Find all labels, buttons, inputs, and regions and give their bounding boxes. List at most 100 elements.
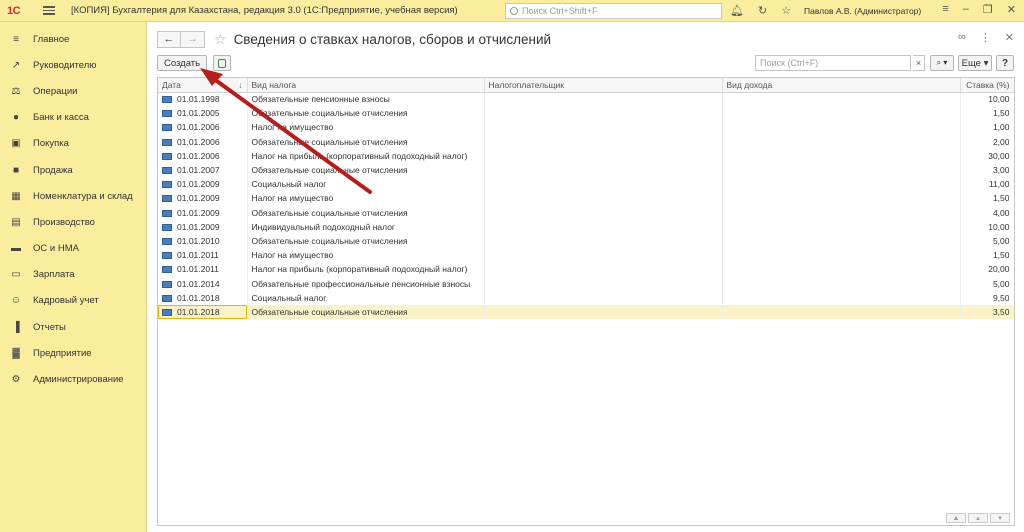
- sidebar-item-administration[interactable]: ⚙ Администрирование: [0, 366, 146, 392]
- cell-text: 01.01.1998: [177, 94, 220, 105]
- cell-income: [722, 219, 961, 234]
- main-content: ← → ☆ Сведения о ставках налогов, сборов…: [148, 22, 1024, 532]
- table-row[interactable]: 01.01.2006 Обязательные социальные отчисл…: [158, 134, 1014, 149]
- rates-table[interactable]: Дата ↓ Вид налога Налогоплательщик Вид до…: [157, 77, 1015, 526]
- table-row[interactable]: 01.01.2005 Обязательные социальные отчисл…: [158, 106, 1014, 121]
- column-header-payer[interactable]: Налогоплательщик: [484, 78, 723, 93]
- cell-rate: 1,50: [960, 248, 1014, 263]
- table-row[interactable]: 01.01.2014 Обязательные профессиональные …: [158, 276, 1014, 291]
- search-clear-icon[interactable]: ×: [913, 55, 925, 71]
- table-row[interactable]: 01.01.2007 Обязательные социальные отчисл…: [158, 162, 1014, 178]
- table-row[interactable]: 01.01.2009 Обязательные социальные отчисл…: [158, 205, 1014, 220]
- record-icon: [162, 252, 172, 260]
- table-row[interactable]: 01.01.2009 Социальный налог 11,00: [158, 177, 1014, 192]
- cell-tax: Обязательные социальные отчисления: [247, 162, 485, 178]
- table-row[interactable]: 01.01.2018 Обязательные социальные отчисл…: [158, 304, 1014, 319]
- sidebar-item-bank[interactable]: ● Банк и касса: [0, 105, 146, 131]
- cell-text: 01.01.2014: [177, 278, 220, 289]
- sidebar-item-main[interactable]: ≡ Главное: [0, 26, 146, 52]
- grid-icon: ▦: [11, 190, 21, 202]
- favorite-star-icon[interactable]: ☆: [214, 31, 227, 48]
- cell-tax: Обязательные социальные отчисления: [247, 205, 485, 220]
- sidebar-item-sales[interactable]: ■ Продажа: [0, 157, 146, 183]
- table-row[interactable]: 01.01.2009 Индивидуальный подоходный нало…: [158, 219, 1014, 234]
- table-row[interactable]: 01.01.2011 Налог на имущество 1,50: [158, 248, 1014, 263]
- list-search-input[interactable]: Поиск (Ctrl+F): [755, 55, 911, 71]
- back-button[interactable]: ←: [157, 30, 181, 48]
- sidebar-item-purchase[interactable]: ▣ Покупка: [0, 131, 146, 157]
- cell-rate: 10,00: [960, 219, 1014, 234]
- refresh-icon: [218, 58, 226, 68]
- cell-income: [722, 177, 961, 192]
- favorites-star-icon[interactable]: ☆: [781, 4, 791, 17]
- cell-income: [722, 248, 961, 263]
- table-row[interactable]: 01.01.2011 Налог на прибыль (корпоративны…: [158, 262, 1014, 277]
- column-header-tax[interactable]: Вид налога: [247, 78, 485, 93]
- table-row[interactable]: 01.01.2009 Налог на имущество 1,50: [158, 191, 1014, 206]
- cell-payer: [484, 219, 723, 234]
- sidebar-item-label: Зарплата: [33, 269, 75, 281]
- table-header: Дата ↓ Вид налога Налогоплательщик Вид до…: [158, 78, 1014, 93]
- table-row[interactable]: 01.01.2018 Социальный налог 9,50: [158, 290, 1014, 305]
- cell-payer: [484, 191, 723, 206]
- settings-menu-icon[interactable]: ≡: [942, 3, 948, 16]
- scroll-top-icon[interactable]: ▲: [946, 513, 966, 523]
- search-button[interactable]: ⌕ ▾: [930, 55, 954, 71]
- cell-payer: [484, 276, 723, 291]
- cell-rate: 1,50: [960, 106, 1014, 121]
- cell-tax: Обязательные профессиональные пенсионные…: [247, 276, 485, 291]
- table-row[interactable]: 01.01.2010 Обязательные социальные отчисл…: [158, 233, 1014, 249]
- column-header-date[interactable]: Дата ↓: [158, 78, 248, 93]
- scroll-up-icon[interactable]: ▴: [968, 513, 988, 523]
- cell-text: 01.01.2011: [177, 264, 219, 275]
- cell-payer: [484, 92, 723, 107]
- minimize-icon[interactable]: –: [963, 3, 969, 16]
- forward-button[interactable]: →: [181, 30, 205, 48]
- cell-text: 01.01.2011: [177, 250, 219, 261]
- cell-rate: 3,00: [960, 162, 1014, 178]
- column-header-income[interactable]: Вид дохода: [722, 78, 961, 93]
- close-icon[interactable]: ✕: [1007, 3, 1016, 16]
- restore-icon[interactable]: ❐: [983, 3, 993, 16]
- kebab-menu-icon[interactable]: ⋮: [980, 31, 991, 44]
- record-icon: [162, 280, 172, 288]
- record-icon: [162, 308, 172, 316]
- sidebar-item-operations[interactable]: ⚖ Операции: [0, 78, 146, 104]
- cell-date: 01.01.2005: [158, 106, 248, 121]
- cell-rate: 20,00: [960, 262, 1014, 277]
- sidebar-item-hr[interactable]: ☺ Кадровый учет: [0, 288, 146, 314]
- record-icon: [162, 209, 172, 217]
- column-header-rate[interactable]: Ставка (%): [960, 78, 1014, 93]
- cell-payer: [484, 148, 723, 163]
- history-icon[interactable]: ↻: [758, 4, 767, 17]
- sidebar-item-nomenclature[interactable]: ▦ Номенклатура и склад: [0, 183, 146, 209]
- cell-date: 01.01.2018: [158, 290, 248, 305]
- help-button[interactable]: ?: [996, 55, 1014, 71]
- sidebar-item-salary[interactable]: ▭ Зарплата: [0, 262, 146, 288]
- sidebar-item-production[interactable]: ▤ Производство: [0, 209, 146, 235]
- link-icon[interactable]: ∞: [958, 31, 966, 44]
- app-logo: 1С: [7, 4, 21, 17]
- more-button[interactable]: Еще ▾: [958, 55, 992, 71]
- cell-payer: [484, 162, 723, 178]
- sidebar-item-manager[interactable]: ↗ Руководителю: [0, 52, 146, 78]
- sidebar-item-enterprise[interactable]: ▓ Предприятие: [0, 340, 146, 366]
- toolbar: Создать Поиск (Ctrl+F) × ⌕ ▾ Еще ▾ ?: [157, 55, 1015, 71]
- main-menu-icon[interactable]: [43, 6, 55, 15]
- global-search-input[interactable]: Поиск Ctrl+Shift+F: [505, 3, 722, 19]
- table-row[interactable]: 01.01.2006 Налог на имущество 1,00: [158, 120, 1014, 135]
- bell-icon[interactable]: 🔔︎: [730, 4, 744, 17]
- cell-payer: [484, 205, 723, 220]
- factory-icon: ▤: [11, 216, 21, 228]
- wallet-icon: ▭: [11, 269, 21, 281]
- sidebar-item-fixed-assets[interactable]: ▬ ОС и НМА: [0, 236, 146, 262]
- current-user[interactable]: Павлов А.В. (Администратор): [804, 6, 921, 16]
- refresh-button[interactable]: [213, 55, 231, 71]
- sidebar-item-reports[interactable]: ▐ Отчеты: [0, 314, 146, 340]
- create-button[interactable]: Создать: [157, 55, 208, 71]
- table-row[interactable]: 01.01.2006 Налог на прибыль (корпоративны…: [158, 148, 1014, 163]
- table-row[interactable]: 01.01.1998 Обязательные пенсионные взносы…: [158, 92, 1014, 107]
- close-form-icon[interactable]: ✕: [1005, 31, 1014, 44]
- cell-income: [722, 162, 961, 178]
- scroll-down-icon[interactable]: ▾: [990, 513, 1010, 523]
